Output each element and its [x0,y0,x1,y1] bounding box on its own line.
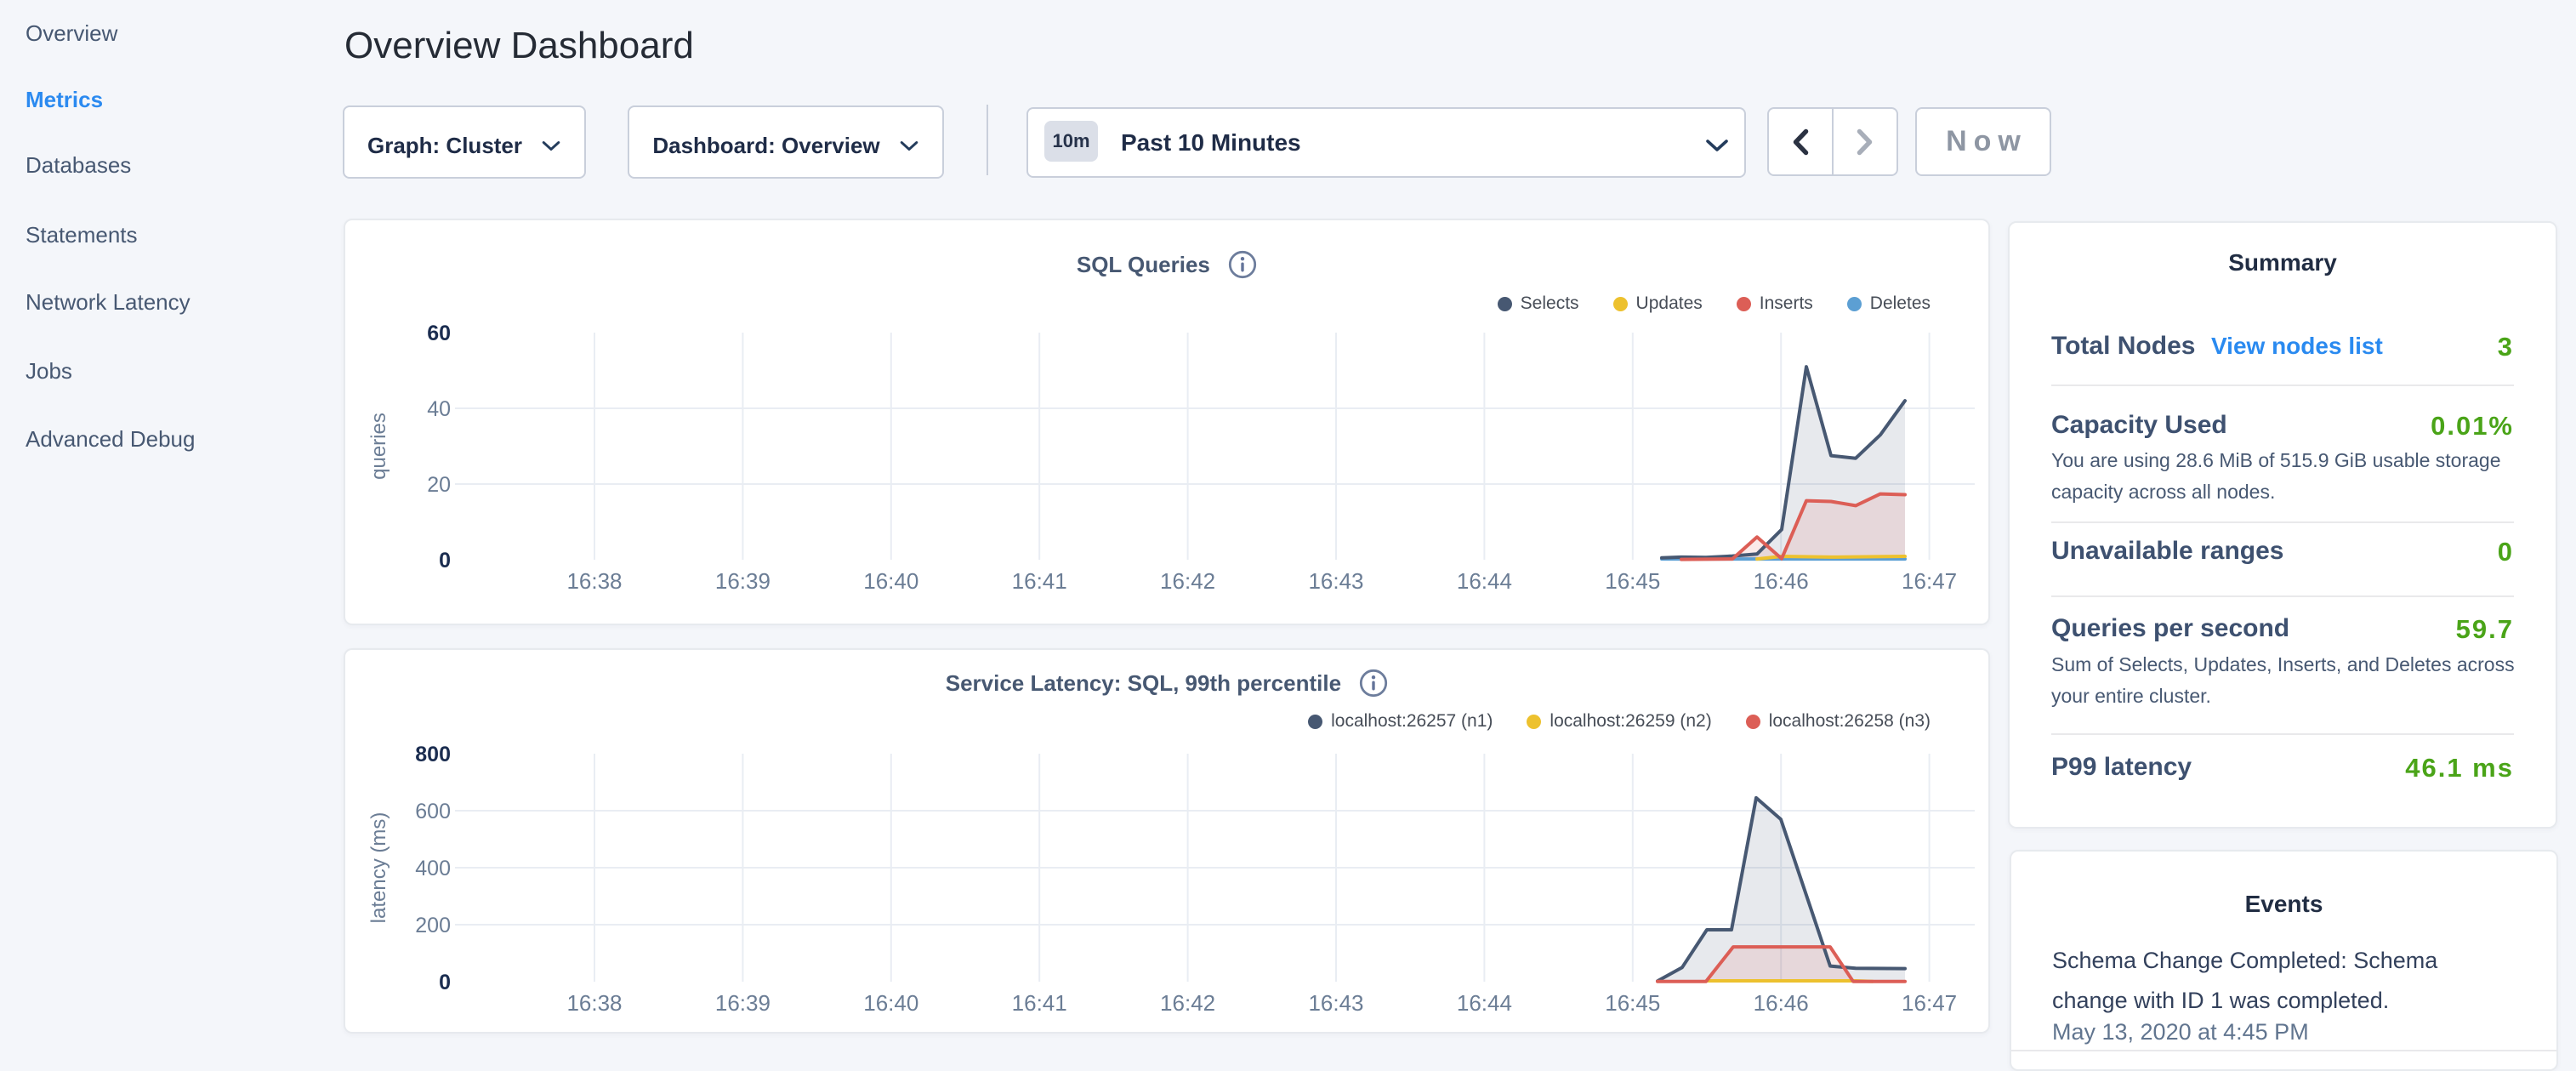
svg-text:16:45: 16:45 [1605,568,1660,594]
svg-text:16:44: 16:44 [1457,568,1512,594]
svg-text:0: 0 [439,971,451,994]
svg-text:200: 200 [415,914,451,937]
svg-text:16:46: 16:46 [1754,568,1809,594]
svg-text:latency (ms): latency (ms) [367,812,390,924]
svg-text:16:47: 16:47 [1902,568,1957,594]
svg-text:16:45: 16:45 [1605,990,1660,1016]
svg-text:16:42: 16:42 [1160,568,1215,594]
svg-text:16:43: 16:43 [1308,568,1363,594]
svg-text:16:38: 16:38 [566,990,622,1016]
svg-text:16:39: 16:39 [715,990,771,1016]
svg-text:0: 0 [439,549,451,573]
svg-text:20: 20 [427,473,451,497]
svg-text:16:39: 16:39 [715,568,771,594]
svg-text:800: 800 [415,743,451,766]
svg-text:600: 600 [415,800,451,823]
svg-text:16:40: 16:40 [863,990,918,1016]
svg-text:16:42: 16:42 [1160,990,1215,1016]
svg-text:16:41: 16:41 [1012,990,1067,1016]
svg-text:16:40: 16:40 [863,568,918,594]
svg-text:40: 40 [427,397,451,421]
svg-text:16:47: 16:47 [1902,990,1957,1016]
svg-text:16:46: 16:46 [1754,990,1809,1016]
svg-text:16:38: 16:38 [566,568,622,594]
svg-text:16:41: 16:41 [1012,568,1067,594]
svg-text:400: 400 [415,857,451,880]
svg-text:16:44: 16:44 [1457,990,1512,1016]
svg-text:16:43: 16:43 [1308,990,1363,1016]
svg-text:queries: queries [367,413,390,480]
svg-text:60: 60 [427,322,451,345]
